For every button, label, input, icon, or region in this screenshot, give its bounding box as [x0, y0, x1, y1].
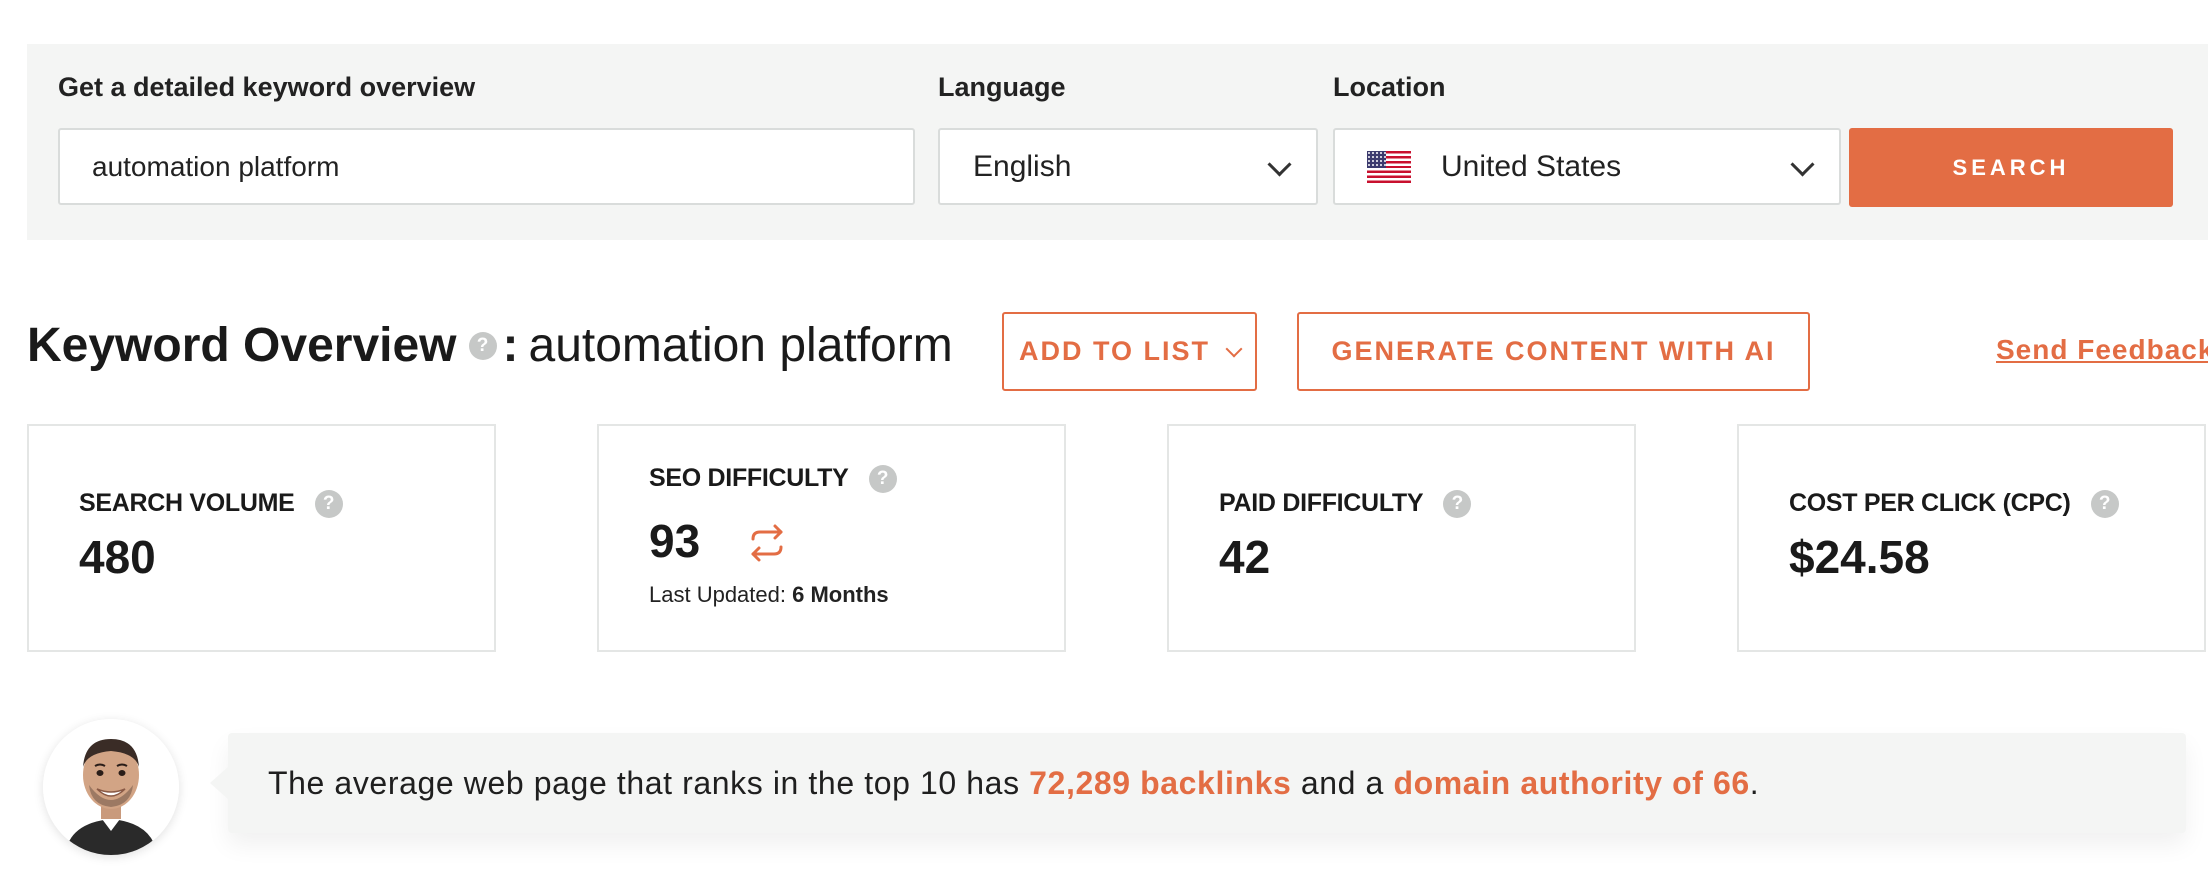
chevron-down-icon — [1225, 340, 1243, 357]
page-title: Keyword Overview ? : automation platform — [27, 318, 953, 373]
cpc-card: COST PER CLICK (CPC) ? $24.58 — [1737, 424, 2206, 652]
backlinks-highlight: 72,289 backlinks — [1029, 764, 1292, 801]
metric-label: COST PER CLICK (CPC) ? — [1789, 489, 2119, 518]
location-select[interactable]: United States — [1333, 128, 1841, 205]
tip-text: The average web page that ranks in the t… — [268, 764, 1030, 801]
location-select-value: United States — [1441, 149, 1622, 183]
metric-value: 42 — [1219, 531, 1271, 583]
metric-value: 93 — [649, 515, 701, 567]
language-field-label: Language — [938, 72, 1066, 102]
avatar — [43, 719, 179, 855]
metric-value: $24.58 — [1789, 531, 1930, 583]
chevron-down-icon — [1267, 151, 1292, 177]
last-updated-label: Last Updated: — [649, 582, 786, 607]
help-icon[interactable]: ? — [2090, 489, 2119, 518]
paid-difficulty-card: PAID DIFFICULTY ? 42 — [1167, 424, 1636, 652]
language-select[interactable]: English — [938, 128, 1318, 205]
page-title-keyword: automation platform — [528, 319, 953, 372]
seo-difficulty-card: SEO DIFFICULTY ? 93 Last Updated: 6 Mont… — [597, 424, 1066, 652]
search-button[interactable]: SEARCH — [1849, 128, 2173, 207]
help-icon[interactable]: ? — [468, 331, 497, 360]
chevron-down-icon — [1790, 151, 1815, 177]
metric-label: SEO DIFFICULTY ? — [649, 464, 897, 493]
domain-authority-highlight: domain authority of 66 — [1393, 764, 1750, 801]
tip-text: . — [1749, 764, 1760, 801]
metric-value: 480 — [79, 531, 156, 583]
page-title-label: Keyword Overview — [27, 319, 457, 372]
metric-label: SEARCH VOLUME ? — [79, 489, 343, 518]
keyword-input[interactable] — [58, 128, 915, 205]
search-volume-card: SEARCH VOLUME ? 480 — [27, 424, 496, 652]
refresh-icon[interactable] — [745, 523, 789, 563]
tip-bubble: The average web page that ranks in the t… — [210, 733, 2186, 833]
title-separator: : — [502, 319, 519, 372]
tip-text: and a — [1291, 764, 1394, 801]
help-icon[interactable]: ? — [868, 464, 897, 493]
metric-label-text: COST PER CLICK (CPC) — [1789, 489, 2071, 517]
metric-label-text: SEARCH VOLUME — [79, 489, 295, 517]
keyword-search-panel: Get a detailed keyword overview Language… — [27, 44, 2208, 240]
send-feedback-link[interactable]: Send Feedback — [1996, 334, 2208, 366]
language-select-value: English — [973, 149, 1072, 183]
add-to-list-label: ADD TO LIST — [1018, 336, 1210, 366]
generate-content-ai-button[interactable]: GENERATE CONTENT WITH AI — [1297, 312, 1810, 391]
metric-label-text: PAID DIFFICULTY — [1219, 489, 1424, 517]
last-updated-value: 6 Months — [792, 582, 889, 607]
last-updated: Last Updated: 6 Months — [649, 582, 889, 608]
help-icon[interactable]: ? — [314, 489, 343, 518]
add-to-list-button[interactable]: ADD TO LIST — [1002, 312, 1257, 391]
help-icon[interactable]: ? — [1443, 489, 1472, 518]
location-field-label: Location — [1333, 72, 1446, 102]
metric-label: PAID DIFFICULTY ? — [1219, 489, 1472, 518]
metric-label-text: SEO DIFFICULTY — [649, 464, 849, 492]
keyword-field-label: Get a detailed keyword overview — [58, 72, 476, 102]
us-flag-icon — [1367, 150, 1411, 183]
